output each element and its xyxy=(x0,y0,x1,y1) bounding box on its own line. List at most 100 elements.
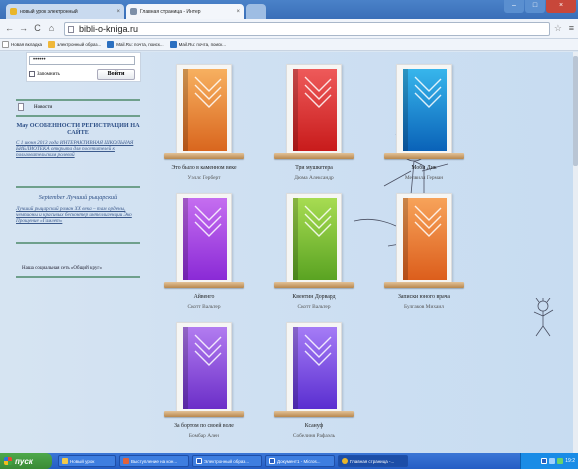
tab-strip: новый урок электронный × Главная страниц… xyxy=(0,0,578,19)
bookmark-item[interactable]: Mail.Ru: почта, поиск... xyxy=(169,41,226,48)
book-cover[interactable] xyxy=(403,69,447,151)
word-icon xyxy=(196,458,202,464)
book-author[interactable]: Собелиня Рафаэль xyxy=(260,433,368,439)
close-window-button[interactable]: × xyxy=(546,0,576,13)
news-link[interactable]: Новости xyxy=(18,103,52,111)
forward-arrow-icon[interactable]: → xyxy=(18,23,29,34)
book-frame xyxy=(176,64,232,154)
network-icon[interactable] xyxy=(557,458,564,464)
book-title[interactable]: Ксануф xyxy=(260,423,368,429)
news-item-title[interactable]: September Лучший рыцарский xyxy=(16,194,140,201)
maximize-button[interactable]: □ xyxy=(525,0,545,13)
language-icon[interactable] xyxy=(541,458,548,464)
bookmark-star-icon[interactable]: ☆ xyxy=(554,23,562,34)
tab-close-icon[interactable]: × xyxy=(236,9,240,15)
divider xyxy=(16,276,140,278)
start-label: пуск xyxy=(15,456,33,466)
remember-me[interactable]: Запомнить xyxy=(29,71,60,77)
tab-title: Главная страница - Интер xyxy=(140,8,201,15)
book-cover-art xyxy=(293,327,337,409)
book-frame xyxy=(396,64,452,154)
book-title[interactable]: Записки юного врача xyxy=(370,294,478,300)
taskbar-item[interactable]: Главная страница -... xyxy=(338,455,408,467)
book-title[interactable]: Три мушкетера xyxy=(260,165,368,171)
taskbar-item[interactable]: Выступление на кон... xyxy=(119,455,189,467)
book-card[interactable]: Ксануф Собелиня Рафаэль xyxy=(274,322,354,448)
address-bar[interactable]: bibli-o-kniga.ru xyxy=(64,22,550,36)
news-item-body[interactable]: Лучший рыцарский роман XX века – там орд… xyxy=(16,206,140,224)
book-title[interactable]: За бортом по своей воле xyxy=(150,423,258,429)
news-item-body[interactable]: С 1 июня 2013 года ИНТЕРАКТИВНАЯ ШКОЛЬНА… xyxy=(16,140,140,158)
home-icon[interactable]: ⌂ xyxy=(46,23,57,34)
book-title[interactable]: Это было в каменном веке xyxy=(150,165,258,171)
vertical-scrollbar[interactable] xyxy=(573,52,578,453)
tab-favicon-icon xyxy=(10,8,17,15)
book-cover[interactable] xyxy=(183,327,227,409)
book-shelf xyxy=(274,411,354,417)
taskbar-item[interactable]: Электронный образ... xyxy=(192,455,262,467)
book-author[interactable]: Бомбар Ален xyxy=(150,433,258,439)
volume-icon[interactable] xyxy=(549,458,556,464)
book-card[interactable]: Это было в каменном веке Уэллс Герберт xyxy=(164,64,244,190)
social-network-link[interactable]: Наша социальная сеть «Общий круг» xyxy=(22,266,102,271)
book-title[interactable]: Моби Дик xyxy=(370,165,478,171)
book-author[interactable]: Булгаков Михаил xyxy=(370,304,478,310)
book-cover-art xyxy=(293,198,337,280)
book-author[interactable]: Дюма Александр xyxy=(260,175,368,181)
book-cover-art xyxy=(183,327,227,409)
tab-favicon-icon xyxy=(130,8,137,15)
bookmark-item[interactable]: Новая вкладка xyxy=(2,41,42,48)
clock: 19:2 xyxy=(565,458,575,464)
tab-new-lesson[interactable]: новый урок электронный × xyxy=(6,4,124,19)
back-arrow-icon[interactable]: ← xyxy=(4,23,15,34)
book-card[interactable]: Моби Дик Мелвилл Герман xyxy=(384,64,464,190)
bookmarks-bar: Новая вкладка электронный образ... Mail.… xyxy=(0,39,578,51)
word-icon xyxy=(269,458,275,464)
divider xyxy=(16,242,140,244)
taskbar-tasks: Новый урок Выступление на кон... Электро… xyxy=(58,455,411,467)
menu-icon[interactable]: ≡ xyxy=(569,23,574,33)
remember-checkbox[interactable] xyxy=(29,71,35,77)
taskbar-item-label: Выступление на кон... xyxy=(131,458,178,464)
taskbar-item[interactable]: Документ1 - Micros... xyxy=(265,455,335,467)
chrome-icon xyxy=(342,458,348,464)
taskbar-item[interactable]: Новый урок xyxy=(58,455,116,467)
taskbar-item-label: Новый урок xyxy=(70,458,95,464)
book-author[interactable]: Мелвилл Герман xyxy=(370,175,478,181)
book-card[interactable]: Три мушкетера Дюма Александр xyxy=(274,64,354,190)
book-card[interactable]: Квентин Дорвард Скотт Вальтер xyxy=(274,193,354,319)
powerpoint-icon xyxy=(123,458,129,464)
book-author[interactable]: Скотт Вальтер xyxy=(150,304,258,310)
reload-icon[interactable]: C xyxy=(32,23,43,34)
book-cover[interactable] xyxy=(293,327,337,409)
book-card[interactable]: За бортом по своей воле Бомбар Ален xyxy=(164,322,244,448)
page-icon xyxy=(68,26,74,33)
scrollbar-thumb[interactable] xyxy=(573,56,578,166)
bookmark-item[interactable]: электронный образ... xyxy=(48,41,101,48)
book-cover[interactable] xyxy=(183,69,227,151)
news-item-title[interactable]: Мау ОСОБЕННОСТИ РЕГИСТРАЦИИ НА САЙТЕ xyxy=(16,122,140,136)
book-author[interactable]: Уэллс Герберт xyxy=(150,175,258,181)
book-author[interactable]: Скотт Вальтер xyxy=(260,304,368,310)
taskbar-item-label: Электронный образ... xyxy=(204,458,250,464)
book-title[interactable]: Квентин Дорвард xyxy=(260,294,368,300)
tab-main-page[interactable]: Главная страница - Интер × xyxy=(126,4,244,19)
book-card[interactable]: Айвенго Скотт Вальтер xyxy=(164,193,244,319)
book-cover[interactable] xyxy=(293,198,337,280)
book-shelf xyxy=(274,153,354,159)
book-shelf xyxy=(274,282,354,288)
book-title[interactable]: Айвенго xyxy=(150,294,258,300)
book-cover[interactable] xyxy=(293,69,337,151)
login-button[interactable]: Войти xyxy=(97,69,135,80)
password-input[interactable]: •••••• xyxy=(29,56,135,65)
book-cover[interactable] xyxy=(403,198,447,280)
book-cover[interactable] xyxy=(183,198,227,280)
book-card[interactable]: Записки юного врача Булгаков Михаил xyxy=(384,193,464,319)
start-button[interactable]: пуск xyxy=(0,453,52,469)
folder-icon xyxy=(48,41,56,48)
new-tab-button[interactable] xyxy=(246,4,266,19)
minimize-button[interactable]: – xyxy=(504,0,524,13)
bookmark-item[interactable]: Mail.Ru: почта, поиск... xyxy=(107,41,164,48)
figure-doodle-decoration xyxy=(533,298,554,337)
tab-close-icon[interactable]: × xyxy=(116,9,120,15)
